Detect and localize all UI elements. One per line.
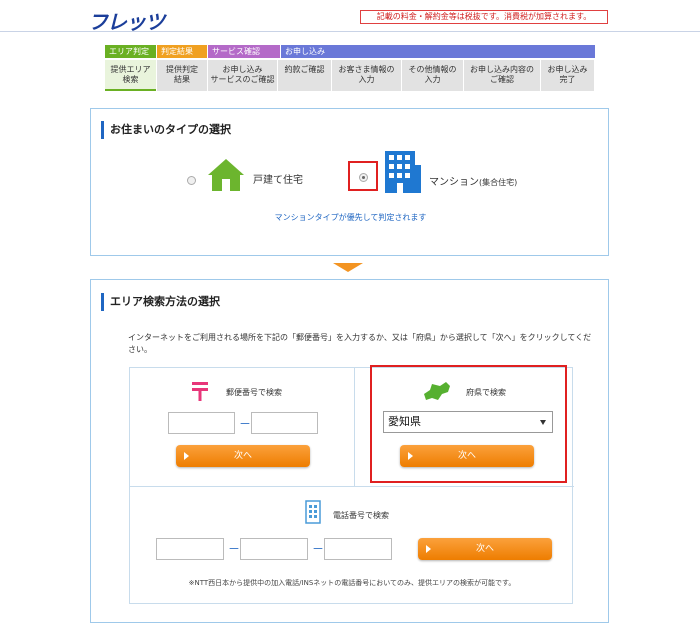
phone-next-button[interactable]: 次へ: [418, 538, 552, 560]
mansion-priority-note: マンションタイプが優先して判定されます: [274, 213, 427, 222]
play-arrow-icon: [408, 452, 413, 460]
postal-search-label: 郵便番号で検索: [226, 388, 282, 397]
postal-next-button[interactable]: 次へ: [176, 445, 310, 467]
postal-mark-icon: [192, 382, 208, 401]
postal-code-second-input[interactable]: [251, 412, 318, 434]
postal-next-label: 次へ: [233, 451, 252, 461]
step-complete: お申し込み 完了: [541, 60, 595, 91]
prefecture-next-button[interactable]: 次へ: [400, 445, 534, 467]
down-arrow-icon: [333, 263, 363, 272]
house-label[interactable]: 戸建て住宅: [253, 171, 303, 186]
divider-vertical: [354, 368, 355, 486]
residence-type-title: お住まいのタイプの選択: [101, 121, 231, 139]
mansion-radio[interactable]: [359, 173, 368, 182]
phone-directory-icon: [305, 500, 321, 524]
step-customer-info: お客さま情報の 入力: [332, 60, 402, 91]
step-area-search: 提供エリア 検索: [105, 60, 157, 91]
phone-exchange-input[interactable]: [240, 538, 308, 560]
prefecture-selected-value: 愛知県: [388, 415, 421, 428]
postal-code-first-input[interactable]: [168, 412, 235, 434]
play-arrow-icon: [426, 545, 431, 553]
phone-search-note: ※NTT西日本から提供中の加入電話/INSネットの電話番号においてのみ、提供エリ…: [188, 579, 516, 587]
top-bar: フレッツ 記載の料金・解約金等は税抜です。消費税が加算されます。: [0, 0, 700, 35]
tax-notice: 記載の料金・解約金等は税抜です。消費税が加算されます。: [360, 10, 608, 24]
step-other-info: その他情報の 入力: [402, 60, 464, 91]
phone-dash-1: －: [228, 542, 241, 556]
step-tag-service-confirm: サービス確認: [208, 45, 280, 58]
map-icon: [424, 382, 450, 400]
search-methods-grid: 郵便番号で検索 － 次へ 府県で検索 愛知県 次へ 電話番号で検索 － － 次へ…: [129, 365, 574, 604]
divider-horizontal: [130, 486, 574, 487]
phone-area-code-input[interactable]: [156, 538, 224, 560]
area-search-description: インターネットをご利用される場所を下記の「郵便番号」を入力するか、又は「府県」か…: [128, 333, 592, 354]
phone-subscriber-input[interactable]: [324, 538, 392, 560]
phone-next-label: 次へ: [475, 544, 494, 554]
mansion-label-main: マンション: [429, 177, 479, 188]
mansion-label-sub: (集合住宅): [479, 178, 518, 187]
step-tag-application: お申し込み: [281, 45, 595, 58]
step-service-confirm: お申し込み サービスのご確認: [208, 60, 278, 91]
area-search-title: エリア検索方法の選択: [101, 293, 220, 311]
prefecture-select[interactable]: 愛知県: [383, 411, 553, 433]
step-review: お申し込み内容の ご確認: [464, 60, 541, 91]
step-judgement-result: 提供判定 結果: [157, 60, 208, 91]
phone-search-label: 電話番号で検索: [333, 511, 389, 520]
step-category-tags: エリア判定 判定結果 サービス確認 お申し込み: [105, 45, 595, 58]
house-radio[interactable]: [187, 176, 196, 185]
flets-logo[interactable]: フレッツ: [88, 6, 165, 35]
area-search-panel: エリア検索方法の選択 インターネットをご利用される場所を下記の「郵便番号」を入力…: [90, 279, 609, 623]
house-icon[interactable]: [206, 157, 246, 193]
residence-type-panel: お住まいのタイプの選択 戸建て住宅 マンション(集合住宅) マンションタイプが優…: [90, 108, 609, 256]
step-items: 提供エリア 検索 提供判定 結果 お申し込み サービスのご確認 約款ご確認 お客…: [105, 60, 595, 91]
step-tag-result: 判定結果: [157, 45, 207, 58]
step-tag-area-check: エリア判定: [105, 45, 156, 58]
prefecture-next-label: 次へ: [457, 451, 476, 461]
prefecture-search-label: 府県で検索: [466, 388, 506, 397]
step-terms-confirm: 約款ご確認: [278, 60, 332, 91]
postal-code-dash: －: [239, 417, 252, 431]
progress-steps: エリア判定 判定結果 サービス確認 お申し込み 提供エリア 検索 提供判定 結果…: [105, 45, 595, 91]
play-arrow-icon: [184, 452, 189, 460]
mansion-label[interactable]: マンション(集合住宅): [429, 173, 517, 188]
building-icon[interactable]: [383, 145, 423, 195]
phone-dash-2: －: [312, 542, 325, 556]
dropdown-caret-icon: [540, 420, 546, 425]
